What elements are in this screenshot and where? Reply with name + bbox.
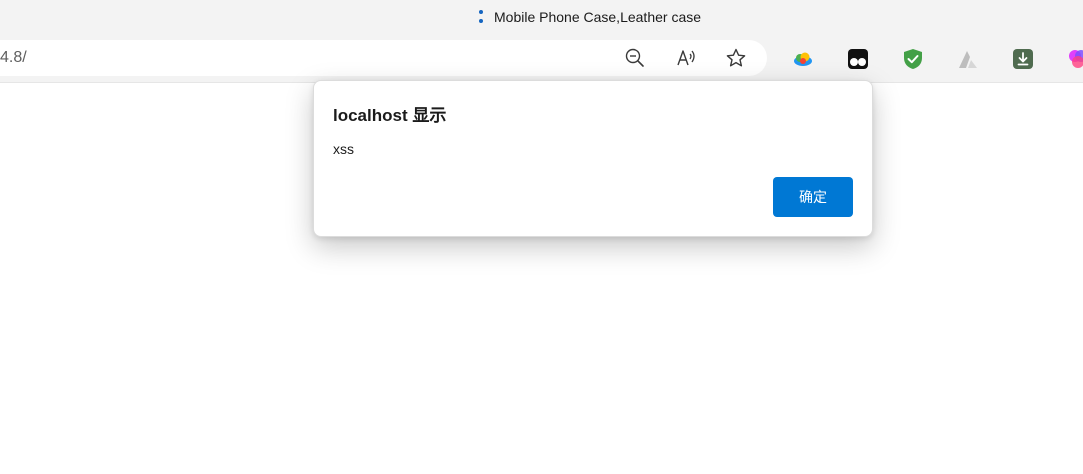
cloud-extension-icon[interactable]	[792, 48, 814, 70]
shield-check-extension-icon[interactable]	[902, 48, 924, 70]
address-url-text[interactable]: 4.8/	[0, 49, 27, 67]
tab-title: Mobile Phone Case,Leather case	[494, 9, 702, 25]
browser-toolbar: 4.8/	[0, 34, 1083, 82]
dialog-title: localhost 显示	[333, 106, 447, 125]
favorite-star-icon[interactable]	[725, 47, 747, 69]
three-dot-favicon-icon	[478, 9, 484, 25]
download-extension-icon[interactable]	[1012, 48, 1034, 70]
read-aloud-icon[interactable]	[675, 47, 697, 69]
dialog-message: xss	[333, 141, 354, 157]
zoom-out-icon[interactable]	[624, 47, 646, 69]
ok-button[interactable]: 确定	[773, 177, 853, 217]
colorful-extension-icon[interactable]	[1067, 48, 1083, 70]
window-title-bar: Mobile Phone Case,Leather case	[0, 0, 1083, 34]
address-bar[interactable]: 4.8/	[0, 40, 767, 76]
mountain-a-extension-icon[interactable]	[957, 48, 979, 70]
tab-title-group[interactable]: Mobile Phone Case,Leather case	[478, 8, 701, 26]
tampermonkey-extension-icon[interactable]	[847, 48, 869, 70]
alert-dialog: localhost 显示 xss 确定	[313, 80, 873, 237]
